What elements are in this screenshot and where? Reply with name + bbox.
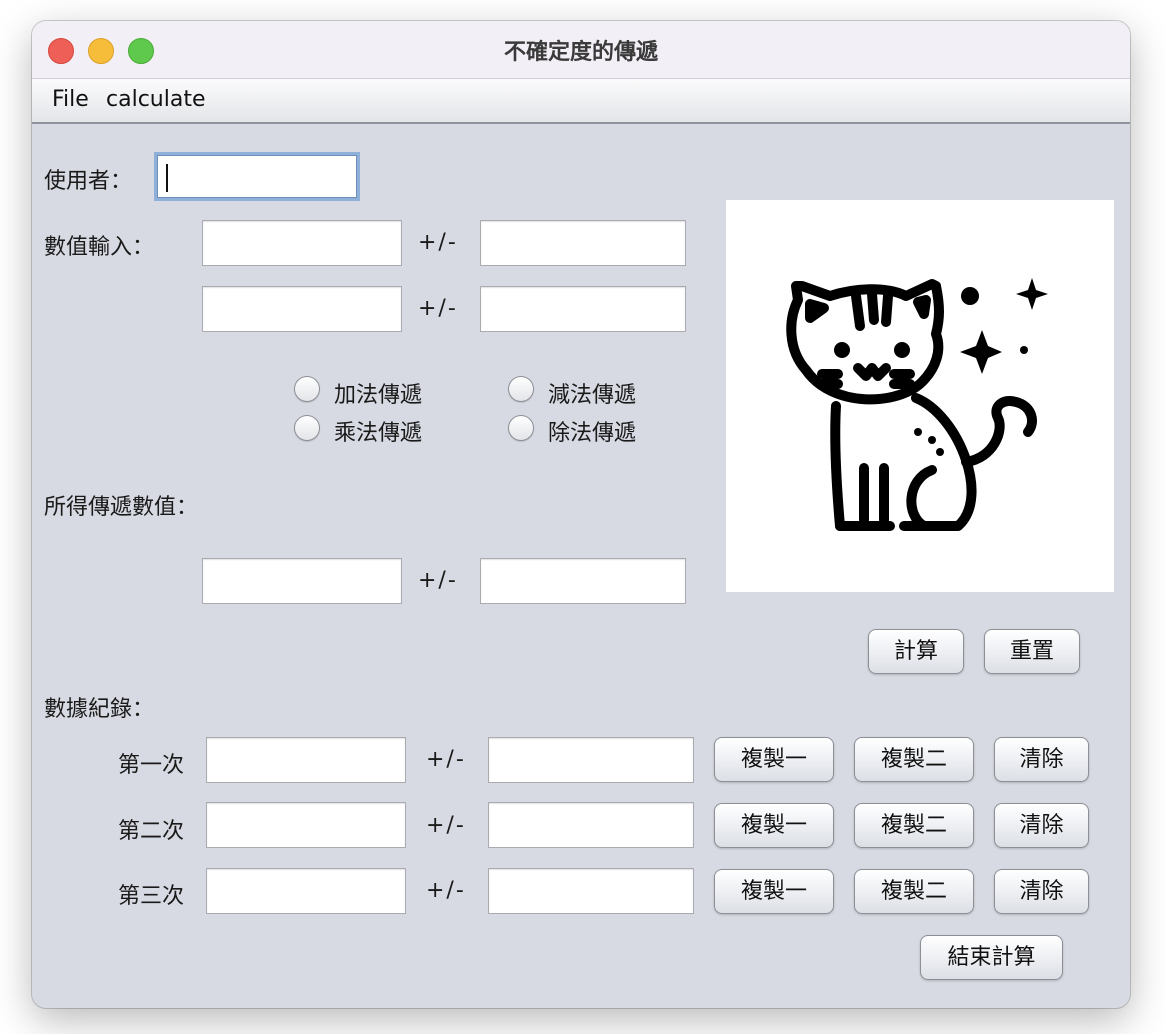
radio-subtract-label[interactable]: 減法傳遞 [548,377,636,409]
input-value-1[interactable] [202,220,402,266]
result-uncertainty[interactable] [480,558,686,604]
input-value-2[interactable] [202,286,402,332]
record-row-1-value[interactable] [206,737,406,783]
user-label: 使用者： [44,169,133,194]
record-row-2-uncertainty[interactable] [488,802,694,848]
finish-calculation-button[interactable]: 結束計算 [920,935,1063,980]
plus-minus-label: +/- [426,878,466,903]
record-row-2-clear-button[interactable]: 清除 [994,803,1089,848]
text-caret [166,164,168,192]
record-row-2-label: 第二次 [118,819,185,844]
record-row-3-copy-one-button[interactable]: 複製一 [714,869,834,914]
result-value[interactable] [202,558,402,604]
record-row-1-copy-two-button[interactable]: 複製二 [854,737,974,782]
result-label: 所得傳遞數值： [44,495,199,520]
input-label: 數值輸入： [44,235,155,260]
radio-add[interactable] [294,376,320,402]
plus-minus-label: +/- [418,568,458,593]
menu-bar: File calculate [32,79,1130,124]
record-row-3-clear-button[interactable]: 清除 [994,869,1089,914]
record-row-2-copy-two-button[interactable]: 複製二 [854,803,974,848]
radio-multiply-label[interactable]: 乘法傳遞 [334,415,422,447]
record-row-2-copy-one-button[interactable]: 複製一 [714,803,834,848]
radio-add-label[interactable]: 加法傳遞 [334,377,422,409]
window-title: 不確定度的傳遞 [503,40,658,65]
app-window: 不確定度的傳遞 File calculate 使用者： 數值輸入： +/- +/… [32,21,1130,1008]
cat-image [726,200,1114,592]
menu-file[interactable]: File [52,87,89,112]
radio-divide-label[interactable]: 除法傳遞 [548,415,636,447]
record-row-1-clear-button[interactable]: 清除 [994,737,1089,782]
record-row-3-value[interactable] [206,868,406,914]
radio-subtract[interactable] [508,376,534,402]
plus-minus-label: +/- [418,230,458,255]
user-input[interactable] [154,152,360,201]
input-uncertainty-1[interactable] [480,220,686,266]
plus-minus-label: +/- [418,296,458,321]
menu-calculate[interactable]: calculate [106,87,205,112]
record-row-1-label: 第一次 [118,753,185,778]
plus-minus-label: +/- [426,747,466,772]
records-label: 數據紀錄： [44,697,155,722]
input-uncertainty-2[interactable] [480,286,686,332]
radio-multiply[interactable] [294,415,320,441]
record-row-3-label: 第三次 [118,884,185,909]
record-row-3-copy-two-button[interactable]: 複製二 [854,869,974,914]
record-row-1-uncertainty[interactable] [488,737,694,783]
record-row-2-value[interactable] [206,802,406,848]
record-row-1-copy-one-button[interactable]: 複製一 [714,737,834,782]
plus-minus-label: +/- [426,813,466,838]
title-bar: 不確定度的傳遞 [32,21,1130,79]
calculate-button[interactable]: 計算 [868,629,964,674]
cat-icon [786,278,1048,531]
record-row-3-uncertainty[interactable] [488,868,694,914]
radio-divide[interactable] [508,415,534,441]
reset-button[interactable]: 重置 [984,629,1080,674]
